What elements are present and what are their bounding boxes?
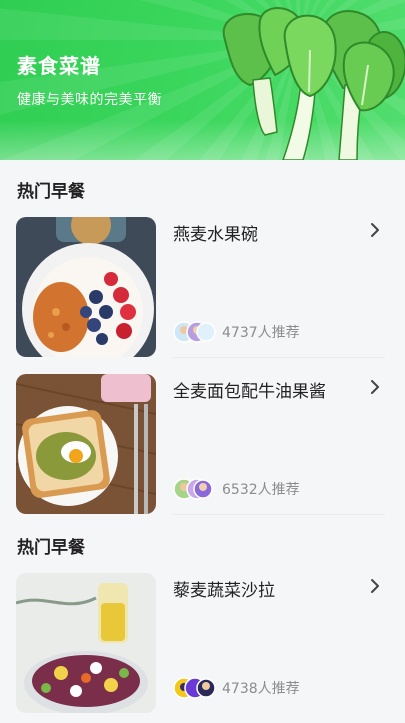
divider <box>173 514 385 515</box>
recipe-image <box>16 573 156 713</box>
user-avatars-icon <box>173 321 216 343</box>
user-avatars-icon <box>173 677 216 699</box>
recommend-count: 6532人推荐 <box>222 482 300 498</box>
recipe-card[interactable]: 藜麦蔬菜沙拉 4738人推荐 <box>0 573 405 723</box>
recipe-card[interactable]: 燕麦水果碗 4737人推荐 <box>0 217 405 367</box>
page-subtitle: 健康与美味的完美平衡 <box>17 92 162 108</box>
chevron-right-icon <box>371 380 379 394</box>
recipe-name: 燕麦水果碗 <box>173 225 258 245</box>
recommend-count: 4738人推荐 <box>222 681 300 697</box>
header-banner: 素食菜谱 健康与美味的完美平衡 <box>0 0 405 160</box>
bok-choy-illustration <box>222 7 405 160</box>
section-title: 热门早餐 <box>17 182 85 202</box>
recipe-card[interactable]: 全麦面包配牛油果酱 6532人推荐 <box>0 374 405 524</box>
recipe-name: 全麦面包配牛油果酱 <box>173 382 326 402</box>
recipe-image <box>16 217 156 357</box>
user-avatars-icon <box>173 478 213 500</box>
section-title: 热门早餐 <box>17 538 85 558</box>
page-title: 素食菜谱 <box>17 54 101 78</box>
divider <box>173 357 385 358</box>
recommend-count: 4737人推荐 <box>222 325 300 341</box>
chevron-right-icon <box>371 579 379 593</box>
recipe-image <box>16 374 156 514</box>
chevron-right-icon <box>371 223 379 237</box>
recipe-name: 藜麦蔬菜沙拉 <box>173 581 275 601</box>
